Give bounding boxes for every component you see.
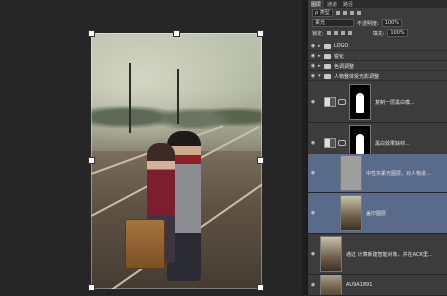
layer-thumbnail[interactable] [340, 195, 362, 231]
layers-list: ◉ ▸ LOGO ◉ ▸ 锐化 ◉ ▸ 色调调整 ◉ ▾ 人物整体受光影调整 ◉ [308, 40, 447, 296]
blend-row: 柔光 不透明度: 100% [312, 19, 444, 27]
layer-name: 黑白效果缺材... [375, 140, 410, 147]
smart-object-thumbnail[interactable] [320, 236, 342, 272]
adjustment-layer-icon [324, 97, 336, 107]
layers-panel: 图层 通道 路径 ρ 类型 柔光 不透明度: 100% 锁定: 填充: 100%… [307, 0, 447, 296]
shape-filter-icon[interactable] [356, 11, 361, 15]
lock-all-icon[interactable] [347, 31, 352, 35]
lock-position-icon[interactable] [340, 31, 345, 35]
visibility-eye-icon[interactable]: ◉ [308, 170, 318, 176]
lock-row: 锁定: 填充: 100% [312, 29, 444, 37]
visibility-eye-icon[interactable]: ◉ [308, 99, 318, 105]
transform-handle[interactable] [88, 157, 95, 164]
link-icon [338, 99, 346, 105]
adjustment-filter-icon[interactable] [342, 11, 347, 15]
layer-row[interactable]: ◉ 复制一层黑白模... [308, 82, 447, 123]
transform-handle[interactable] [257, 284, 264, 291]
utility-pole [129, 63, 131, 133]
adjustment-layer-icon [324, 138, 336, 148]
folder-icon [324, 43, 331, 49]
layer-name: AU9A1891 [346, 282, 373, 288]
opacity-label: 不透明度: [357, 20, 379, 27]
visibility-eye-icon[interactable]: ◉ [308, 251, 318, 257]
layer-row[interactable]: ◉ AU9A1891 [308, 275, 447, 296]
layer-mask-thumbnail[interactable] [349, 84, 371, 120]
layer-row[interactable]: ◉ 通过 计算新建智能对象，并在ACR里... [308, 234, 447, 275]
transform-handle[interactable] [88, 30, 95, 37]
layer-name: 通过 计算新建智能对象，并在ACR里... [346, 251, 433, 258]
visibility-eye-icon[interactable]: ◉ [308, 210, 318, 216]
layer-group[interactable]: ◉ ▸ 锐化 [308, 52, 447, 61]
layer-group[interactable]: ◉ ▸ 色调调整 [308, 62, 447, 71]
layer-name: 色调调整 [334, 63, 355, 70]
layer-name: 锐化 [334, 53, 345, 60]
transform-handle[interactable] [257, 157, 264, 164]
visibility-eye-icon[interactable]: ◉ [308, 73, 318, 79]
folder-icon [324, 53, 331, 59]
layer-name: 盖印图层 [366, 210, 387, 217]
transform-handle[interactable] [88, 284, 95, 291]
visibility-eye-icon[interactable]: ◉ [308, 140, 318, 146]
visibility-eye-icon[interactable]: ◉ [308, 63, 318, 69]
photo-canvas[interactable] [91, 33, 262, 289]
layer-thumbnail[interactable] [320, 275, 342, 295]
folder-icon [324, 63, 331, 69]
layer-name: 复制一层黑白模... [375, 99, 415, 106]
panel-tabs: 图层 通道 路径 [308, 0, 447, 8]
tab-paths[interactable]: 路径 [340, 0, 356, 8]
visibility-eye-icon[interactable]: ◉ [308, 282, 318, 288]
lock-transparency-icon[interactable] [326, 31, 331, 35]
utility-pole [177, 69, 179, 124]
layer-row-selected[interactable]: ◉ 盖印图层 [308, 193, 447, 234]
layer-thumbnail[interactable] [340, 155, 362, 191]
layer-group[interactable]: ◉ ▸ LOGO [308, 42, 447, 51]
type-filter-icon[interactable] [349, 11, 354, 15]
filter-row: ρ 类型 [312, 9, 444, 17]
blend-mode-select[interactable]: 柔光 [312, 19, 354, 27]
folder-icon [324, 73, 331, 79]
fill-label: 填充: [372, 30, 385, 37]
canvas-area[interactable] [0, 0, 307, 295]
layer-name: 人物整体受光影调整 [334, 73, 380, 80]
tab-channels[interactable]: 通道 [324, 0, 340, 8]
link-icon [338, 140, 346, 146]
layer-row-selected[interactable]: ◉ 中性灰柔光图层，对人物进... [308, 154, 447, 193]
pixel-filter-icon[interactable] [335, 11, 340, 15]
transform-handle[interactable] [173, 30, 180, 37]
lock-image-icon[interactable] [333, 31, 338, 35]
layer-filter-select[interactable]: ρ 类型 [312, 9, 333, 17]
tab-layers[interactable]: 图层 [308, 0, 325, 8]
transform-handle[interactable] [257, 30, 264, 37]
layer-name: LOGO [334, 43, 349, 49]
fill-input[interactable]: 100% [387, 29, 408, 37]
visibility-eye-icon[interactable]: ◉ [308, 53, 318, 59]
suitcase [125, 219, 165, 269]
opacity-input[interactable]: 100% [381, 19, 402, 27]
layer-name: 中性灰柔光图层，对人物进... [366, 170, 431, 177]
lock-label: 锁定: [312, 30, 324, 37]
layer-group-expanded[interactable]: ◉ ▾ 人物整体受光影调整 [308, 72, 447, 81]
visibility-eye-icon[interactable]: ◉ [308, 43, 318, 49]
